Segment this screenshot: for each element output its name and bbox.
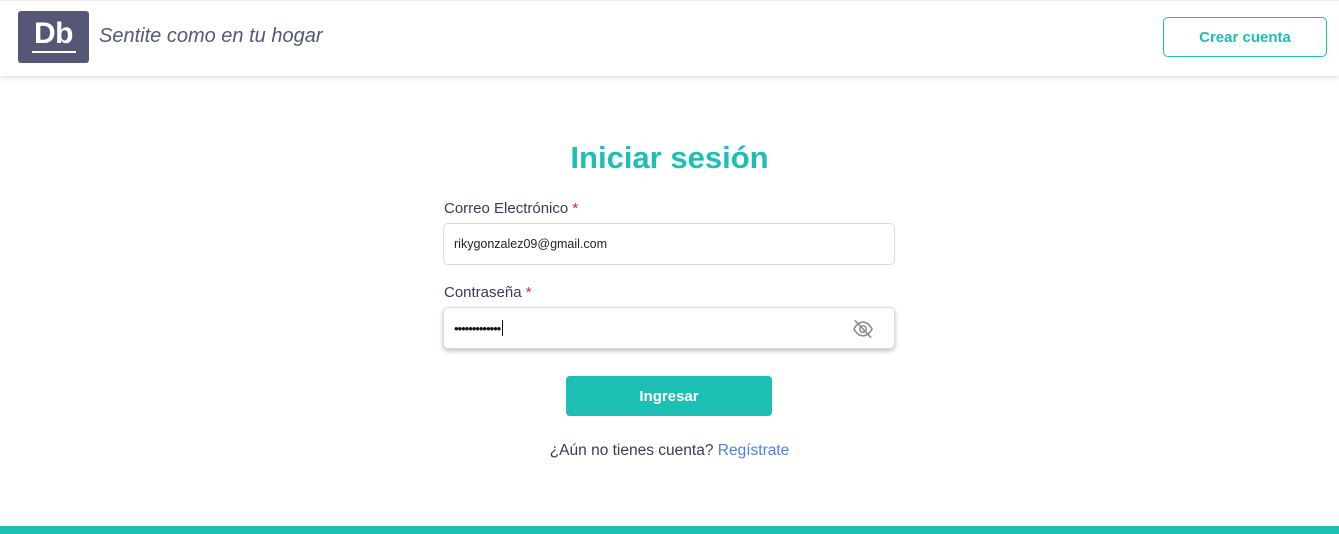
login-submit-button[interactable]: Ingresar — [566, 376, 772, 416]
password-label-text: Contraseña — [444, 284, 522, 301]
email-value: rikygonzalez09@gmail.com — [454, 237, 608, 251]
page-title: Iniciar sesión — [570, 140, 769, 175]
site-header: Db Sentite como en tu hogar Crear cuenta — [0, 0, 1339, 76]
signup-link[interactable]: Regístrate — [718, 442, 790, 459]
password-required-mark: * — [525, 284, 532, 301]
create-account-button[interactable]: Crear cuenta — [1163, 17, 1327, 57]
brand-tagline: Sentite como en tu hogar — [99, 25, 323, 47]
password-value: ••••••••••••• — [454, 320, 501, 336]
brand-logo[interactable]: Db — [18, 11, 89, 63]
email-label-text: Correo Electrónico — [444, 200, 569, 217]
text-cursor — [502, 320, 504, 336]
logo-underline — [31, 50, 76, 53]
signup-prompt-text: ¿Aún no tienes cuenta? — [549, 442, 714, 459]
footer-bar — [0, 526, 1339, 534]
signup-prompt-row: ¿Aún no tienes cuenta? Regístrate — [0, 442, 1339, 460]
email-label: Correo Electrónico * — [444, 200, 578, 217]
password-field[interactable]: ••••••••••••• — [443, 307, 895, 349]
email-field[interactable]: rikygonzalez09@gmail.com — [443, 223, 895, 265]
eye-slash-icon[interactable] — [852, 319, 874, 339]
password-label: Contraseña * — [444, 284, 532, 301]
logo-text: Db — [34, 16, 74, 50]
email-required-mark: * — [572, 200, 579, 217]
